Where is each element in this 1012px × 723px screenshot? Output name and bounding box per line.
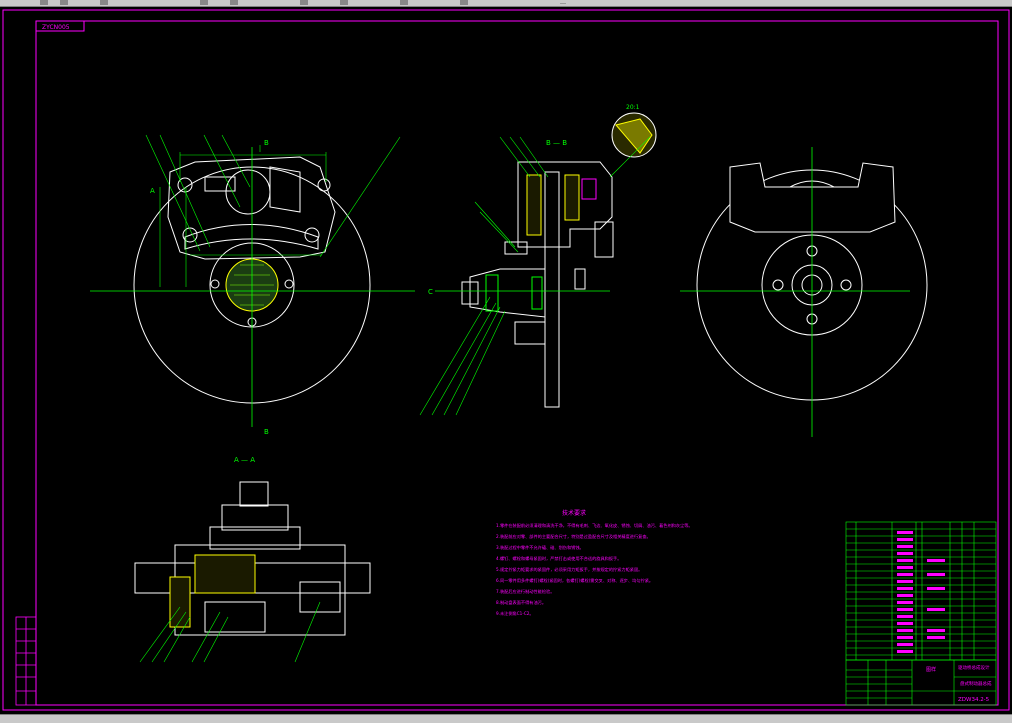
front-view: A B B [90,134,415,436]
caliper-body [167,156,336,260]
tool-icon[interactable] [340,0,348,5]
toolbar-dropdown[interactable]: … [560,0,566,6]
label-B-bottom: B [264,428,269,436]
detail-label: 20:1 [626,104,640,111]
tech-note-5: 5.规定拧紧力矩要求的紧固件，必须采用力矩扳手，并按规定的拧紧力矩紧固。 [496,566,642,573]
tool-icon[interactable] [40,0,48,5]
label-B-top: B [264,139,269,147]
tech-note-8: 8.制动盘表面不得有油污。 [496,599,546,606]
outer-border [2,9,1010,711]
tech-note-3: 3.装配过程中零件不允许磕、碰、划伤和锈蚀。 [496,544,584,551]
tool-icon[interactable] [100,0,108,5]
tech-note-7: 7.装配后应进行制动性能检验。 [496,588,554,595]
cad-toolbar: … [0,0,1012,7]
tech-note-6: 6.同一零件用多件螺钉(螺栓)紧固时，各螺钉(螺栓)需交叉、对称、逐步、均匀拧紧… [496,577,653,584]
tool-icon[interactable] [300,0,308,5]
tool-icon[interactable] [230,0,238,5]
drawing-canvas: ZYCN005 A B B B — B C 20:1 A — A 技术要求 1.… [2,9,1010,711]
section-view-BB: B — B C 20:1 [419,104,657,416]
tech-note-9: 9.未注倒角C1-C2。 [496,610,534,617]
title-school: 图样 [926,666,936,673]
tool-icon[interactable] [400,0,408,5]
side-view [680,147,928,437]
tech-notes-title: 技术要求 [562,509,586,517]
section-label-AA: A — A [234,456,255,464]
tech-note-2: 2.装配前应对零、部件的主要配合尺寸，特别是过盈配合尺寸及相关精度进行复查。 [496,533,651,540]
top-tag: ZYCN005 [42,24,70,31]
label-C: C [428,288,433,296]
parts-list [845,521,997,661]
section-label-BB: B — B [546,139,567,147]
label-A-left: A [150,187,155,195]
title-drawing-no: ZDW34.2-5 [958,697,990,703]
section-view-AA: A — A [134,456,371,663]
tech-note-1: 1.零件在装配前必须清理和清洗干净，不得有毛刺、飞边、氧化皮、锈蚀、切屑、油污、… [496,522,693,529]
title-name-line2: 盘式制动器总成 [960,680,992,687]
tool-icon[interactable] [200,0,208,5]
tool-icon[interactable] [60,0,68,5]
title-name-line1: 驱动桥总成设计 [958,664,990,671]
tech-notes: 技术要求 1.零件在装配前必须清理和清洗干净，不得有毛刺、飞边、氧化皮、锈蚀、切… [496,509,693,617]
tool-icon[interactable] [460,0,468,5]
left-binding-strip [15,616,37,706]
tech-note-4: 4.螺钉、螺栓和螺母紧固时，严禁打击或使用不合适的旋具和扳手。 [496,555,621,562]
